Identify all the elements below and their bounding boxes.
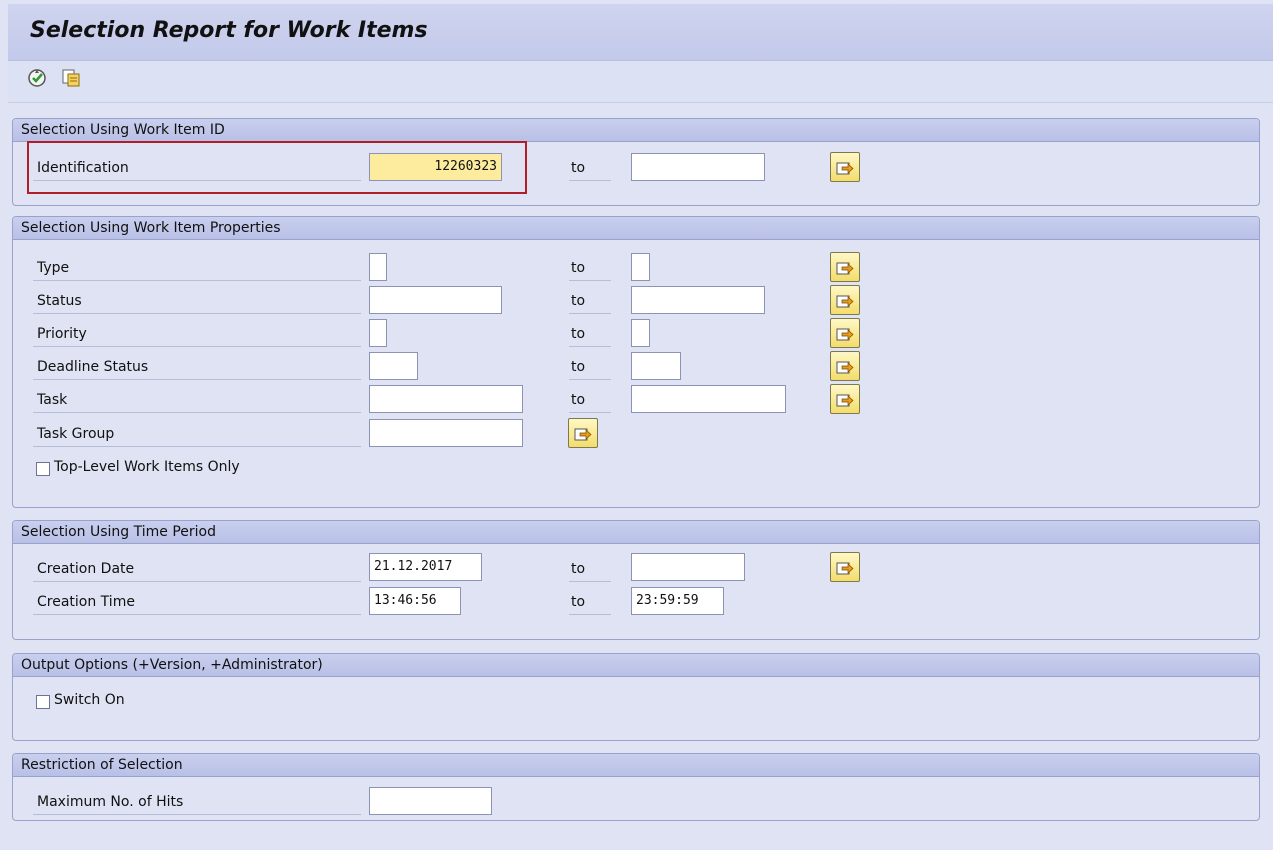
status-label: Status (33, 289, 361, 314)
to-label: to (569, 322, 611, 347)
multiple-selection-icon (836, 295, 854, 308)
multiple-selection-button[interactable] (830, 318, 860, 348)
title-bar: Selection Report for Work Items (8, 4, 1273, 61)
section-header: Selection Using Time Period (13, 521, 1259, 544)
priority-label: Priority (33, 322, 361, 347)
multiple-selection-icon (836, 361, 854, 374)
status-from-input[interactable] (369, 286, 502, 314)
toolbar (8, 61, 1273, 103)
max-hits-input[interactable] (369, 787, 492, 815)
type-to-input[interactable] (631, 253, 650, 281)
multiple-selection-icon (836, 328, 854, 341)
section-header: Output Options (+Version, +Administrator… (13, 654, 1259, 677)
deadline-status-to-input[interactable] (631, 352, 681, 380)
priority-to-input[interactable] (631, 319, 650, 347)
switch-on-checkbox[interactable] (36, 695, 50, 709)
to-label: to (569, 156, 611, 181)
multiple-selection-icon (836, 562, 854, 575)
multiple-selection-button[interactable] (830, 252, 860, 282)
to-label: to (569, 256, 611, 281)
multiple-selection-icon (574, 428, 592, 441)
switch-on-label: Switch On (54, 692, 125, 708)
deadline-status-from-input[interactable] (369, 352, 418, 380)
to-label: to (569, 388, 611, 413)
to-label: to (569, 557, 611, 582)
multiple-selection-button[interactable] (830, 384, 860, 414)
creation-time-label: Creation Time (33, 590, 361, 615)
execute-icon[interactable] (26, 67, 48, 89)
task-group-input[interactable] (369, 419, 523, 447)
multiple-selection-button[interactable] (568, 418, 598, 448)
deadline-status-label: Deadline Status (33, 355, 361, 380)
priority-from-input[interactable] (369, 319, 387, 347)
task-to-input[interactable] (631, 385, 786, 413)
multiple-selection-button[interactable] (830, 552, 860, 582)
top-level-checkbox[interactable] (36, 462, 50, 476)
section-header: Selection Using Work Item ID (13, 119, 1259, 142)
task-from-input[interactable] (369, 385, 523, 413)
section-header: Selection Using Work Item Properties (13, 217, 1259, 240)
creation-date-to-input[interactable] (631, 553, 745, 581)
multiple-selection-icon (836, 394, 854, 407)
task-label: Task (33, 388, 361, 413)
type-label: Type (33, 256, 361, 281)
section-output-options: Output Options (+Version, +Administrator… (12, 653, 1260, 741)
max-hits-label: Maximum No. of Hits (33, 790, 361, 815)
multiple-selection-icon (836, 262, 854, 275)
identification-to-input[interactable] (631, 153, 765, 181)
status-to-input[interactable] (631, 286, 765, 314)
to-label: to (569, 289, 611, 314)
highlight-box (27, 141, 527, 194)
section-header: Restriction of Selection (13, 754, 1259, 777)
to-label: to (569, 355, 611, 380)
multiple-selection-button[interactable] (830, 152, 860, 182)
top-level-label: Top-Level Work Items Only (54, 459, 240, 475)
task-group-label: Task Group (33, 422, 361, 447)
creation-time-to-input[interactable]: 23:59:59 (631, 587, 724, 615)
type-from-input[interactable] (369, 253, 387, 281)
creation-time-from-input[interactable]: 13:46:56 (369, 587, 461, 615)
multiple-selection-icon (836, 162, 854, 175)
multiple-selection-button[interactable] (830, 351, 860, 381)
creation-date-label: Creation Date (33, 557, 361, 582)
copy-variants-icon[interactable] (60, 67, 82, 89)
to-label: to (569, 590, 611, 615)
multiple-selection-button[interactable] (830, 285, 860, 315)
page-title: Selection Report for Work Items (30, 18, 428, 43)
creation-date-from-input[interactable]: 21.12.2017 (369, 553, 482, 581)
